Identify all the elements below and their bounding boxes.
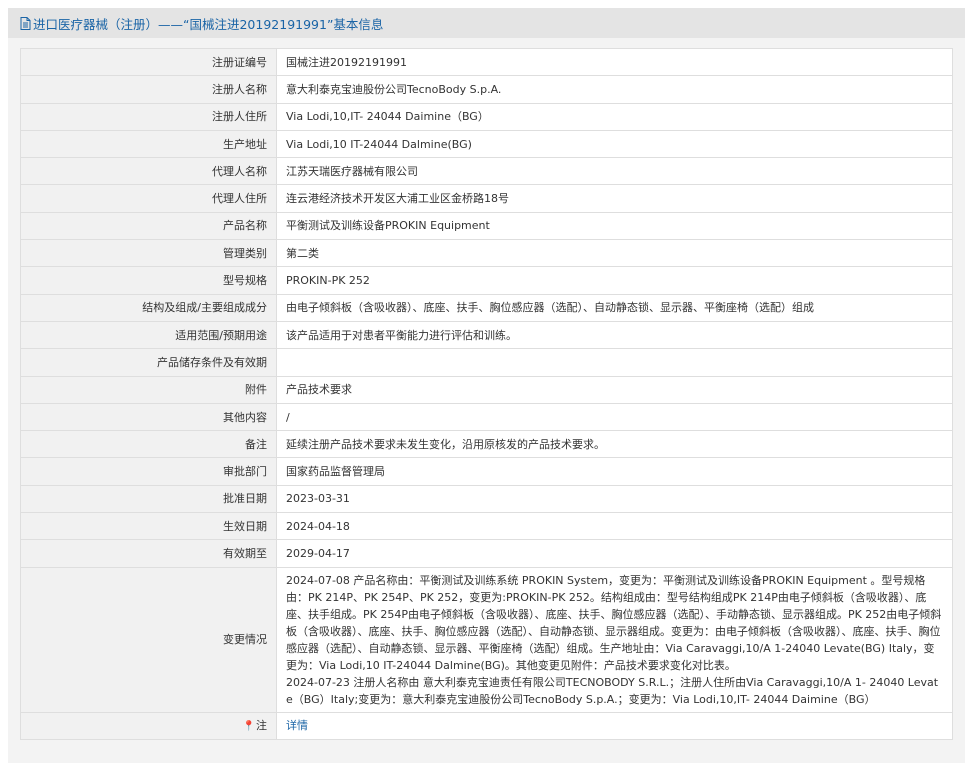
field-label: 代理人名称 [20,157,277,186]
page: 进口医疗器械（注册）——“国械注进20192191991”基本信息 注册证编号国… [0,0,967,763]
info-table: 注册证编号 国械注进20192191991 注册人名称 意大利泰克宝迪股份公司Tecn… [20,47,953,740]
change-entry: 2024-07-23 注册人名称由 意大利泰克宝迪责任有限公司TECNOBODY… [286,675,939,706]
field-value: Via Lodi,10,IT- 24044 Daimine（BG） [276,102,953,131]
field-label: 注册证编号 [20,47,277,77]
table-row: 备注 延续注册产品技术要求未发生变化，沿用原核发的产品技术要求。 [20,430,953,459]
note-value-cell: 详情 [276,711,953,740]
table-row: 结构及组成/主要组成成分 由电子倾斜板（含吸收器）、底座、扶手、胸位感应器（选配）… [20,293,953,322]
page-title: 进口医疗器械（注册）——“国械注进20192191991”基本信息 [33,16,384,32]
field-value: 延续注册产品技术要求未发生变化，沿用原核发的产品技术要求。 [276,430,953,459]
field-label: 适用范围/预期用途 [20,320,277,350]
table-row: 生效日期 2024-04-18 [20,512,953,541]
table-row: 其他内容 / [20,402,953,432]
field-value: 连云港经济技术开发区大浦工业区金桥路18号 [276,184,953,213]
field-label: 附件 [20,375,277,404]
table-row: 管理类别 第二类 [20,239,953,268]
field-value: PROKIN-PK 252 [276,266,953,295]
field-value: 2029-04-17 [276,539,953,568]
field-label: 注册人名称 [20,75,277,104]
change-entry: 2024-07-08 产品名称由：平衡测试及训练系统 PROKIN System… [286,573,942,672]
field-label: 有效期至 [20,539,277,568]
table-row: 适用范围/预期用途 该产品适用于对患者平衡能力进行评估和训练。 [20,320,953,350]
table-row: 生产地址 Via Lodi,10 IT-24044 Dalmine(BG) [20,129,953,159]
field-label: 其他内容 [20,402,277,432]
field-value: / [276,402,953,432]
field-label: 代理人住所 [20,184,277,213]
table-row: 有效期至 2029-04-17 [20,539,953,568]
table-row: 注册人住所 Via Lodi,10,IT- 24044 Daimine（BG） [20,102,953,131]
document-icon [20,16,31,30]
field-label: 结构及组成/主要组成成分 [20,293,277,322]
details-link[interactable]: 详情 [286,719,308,732]
table-row: 代理人名称 江苏天瑞医疗器械有限公司 [20,157,953,186]
title-bar: 进口医疗器械（注册）——“国械注进20192191991”基本信息 [8,8,965,38]
field-value: 国家药品监督管理局 [276,457,953,486]
field-value: 2023-03-31 [276,484,953,514]
content-panel: 注册证编号 国械注进20192191991 注册人名称 意大利泰克宝迪股份公司Tecn… [8,38,965,763]
table-row: 产品名称 平衡测试及训练设备PROKIN Equipment [20,211,953,241]
field-label: 生效日期 [20,512,277,541]
field-label: 审批部门 [20,457,277,486]
table-row-note: 📍注 详情 [20,711,953,740]
field-value: 该产品适用于对患者平衡能力进行评估和训练。 [276,320,953,350]
field-label: 批准日期 [20,484,277,514]
table-row: 注册人名称 意大利泰克宝迪股份公司TecnoBody S.p.A. [20,75,953,104]
field-value: 江苏天瑞医疗器械有限公司 [276,157,953,186]
field-value: 国械注进20192191991 [276,47,953,77]
change-history: 2024-07-08 产品名称由：平衡测试及训练系统 PROKIN System… [276,566,953,713]
table-row: 型号规格 PROKIN-PK 252 [20,266,953,295]
field-value: Via Lodi,10 IT-24044 Dalmine(BG) [276,129,953,159]
field-label: 产品名称 [20,211,277,241]
table-row: 代理人住所 连云港经济技术开发区大浦工业区金桥路18号 [20,184,953,213]
table-row: 审批部门 国家药品监督管理局 [20,457,953,486]
field-label: 产品储存条件及有效期 [20,348,277,377]
field-value: 平衡测试及训练设备PROKIN Equipment [276,211,953,241]
field-label: 生产地址 [20,129,277,159]
note-label: 注 [256,718,267,732]
table-row-change: 变更情况 2024-07-08 产品名称由：平衡测试及训练系统 PROKIN S… [20,566,953,713]
field-value [276,348,953,377]
table-row: 附件 产品技术要求 [20,375,953,404]
table-row: 注册证编号 国械注进20192191991 [20,47,953,77]
table-row: 产品储存条件及有效期 [20,348,953,377]
table-row: 批准日期 2023-03-31 [20,484,953,514]
field-value: 意大利泰克宝迪股份公司TecnoBody S.p.A. [276,75,953,104]
field-value: 产品技术要求 [276,375,953,404]
field-value: 第二类 [276,239,953,268]
field-label: 注册人住所 [20,102,277,131]
field-value: 由电子倾斜板（含吸收器）、底座、扶手、胸位感应器（选配）、自动静态锁、显示器、平… [276,293,953,322]
note-label-cell: 📍注 [20,711,277,740]
pin-icon: 📍 [242,720,255,732]
field-label: 管理类别 [20,239,277,268]
field-label: 备注 [20,430,277,459]
field-label: 变更情况 [20,566,277,713]
field-label: 型号规格 [20,266,277,295]
field-value: 2024-04-18 [276,512,953,541]
